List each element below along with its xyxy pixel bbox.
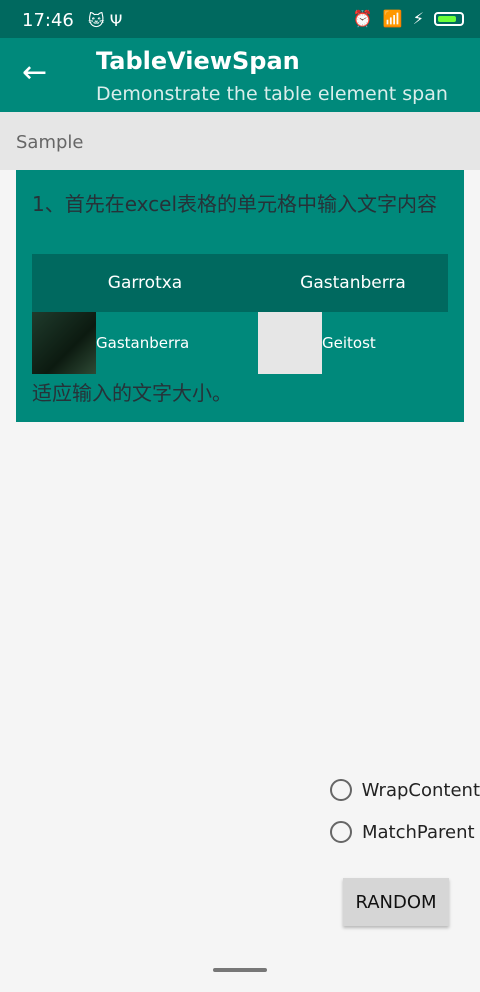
span-table: Garrotxa Gastanberra Gastanberra Geitost [32,254,448,374]
radio-circle-icon[interactable] [330,821,352,843]
battery-icon [434,11,464,26]
usb-icon: Ψ [109,11,123,30]
table-cell-image-1 [32,312,96,374]
table-cell-text-2: Geitost [322,334,376,352]
table-header-2: Gastanberra [258,254,448,312]
app-bar: ← TableViewSpan Demonstrate the table el… [0,38,480,112]
status-bar: 17:46 🐱 Ψ ⏰ 📶 ⚡ [0,0,480,38]
radio-circle-icon[interactable] [330,779,352,801]
status-time: 17:46 [22,10,74,31]
page-subtitle: Demonstrate the table element span [96,83,448,105]
radio-match-parent[interactable]: MatchParent [330,818,480,846]
nav-handle[interactable] [213,968,267,972]
random-button[interactable]: RANDOM [343,878,449,926]
radio-label-wrap-content: WrapContent [361,779,480,801]
card-text-bottom: 适应输入的文字大小。 [32,381,232,405]
back-arrow-icon[interactable]: ← [22,58,47,88]
sample-card: 1、首先在excel表格的单元格中输入文字内容 Garrotxa Gastanb… [16,170,464,422]
table-cell-text-1: Gastanberra [96,334,190,352]
cat-icon: 🐱 [88,11,105,30]
card-text-top: 1、首先在excel表格的单元格中输入文字内容 [32,192,438,216]
wifi-icon: 📶 [382,9,403,28]
table-cell-image-2 [258,312,322,374]
bolt-icon: ⚡ [412,9,424,28]
status-left-icons: 🐱 Ψ [88,11,122,30]
section-header: Sample [0,112,480,170]
status-right-icons: ⏰ 📶 ⚡ [353,9,464,28]
page-title: TableViewSpan [96,47,300,75]
alarm-icon: ⏰ [352,9,373,28]
radio-label-match-parent: MatchParent [362,821,475,843]
section-label: Sample [16,132,84,153]
table-header-1: Garrotxa [32,254,258,312]
radio-wrap-content[interactable]: WrapContent [330,776,480,804]
